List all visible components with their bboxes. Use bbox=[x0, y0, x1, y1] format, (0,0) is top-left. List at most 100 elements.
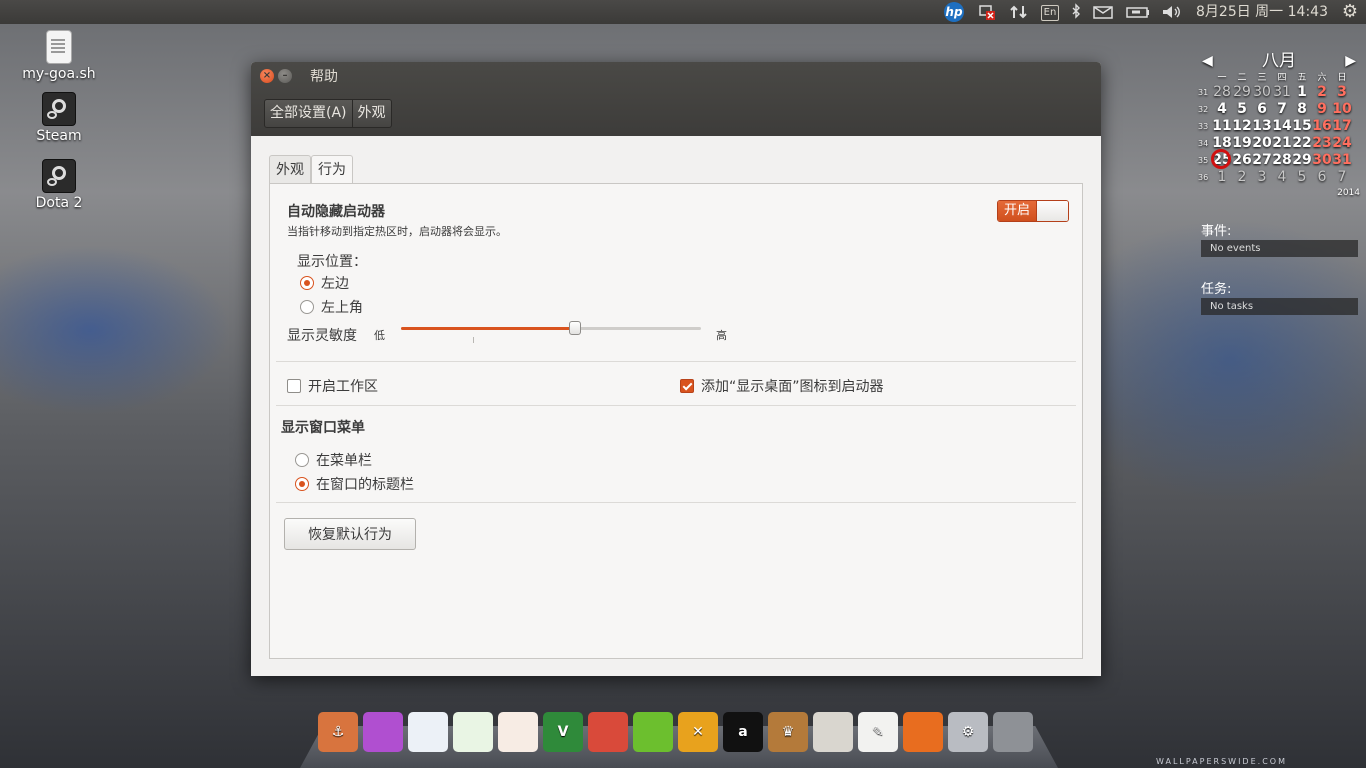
workspaces-checkbox[interactable] bbox=[287, 379, 301, 393]
transfer-arrows-icon[interactable] bbox=[1008, 0, 1030, 24]
calendar-day[interactable]: 31 bbox=[1332, 152, 1352, 169]
calendar-today[interactable]: 25 bbox=[1211, 149, 1232, 169]
close-window-button[interactable]: × bbox=[260, 69, 274, 83]
sensitivity-slider[interactable] bbox=[401, 321, 701, 335]
battery-icon[interactable] bbox=[1124, 0, 1152, 24]
previous-month-arrow-icon[interactable]: ◀ bbox=[1202, 50, 1213, 72]
calendar-day[interactable]: 28 bbox=[1272, 152, 1292, 169]
calendar-day[interactable]: 29 bbox=[1292, 152, 1312, 169]
menu-titlebar-radio[interactable] bbox=[295, 477, 309, 491]
network-disconnected-icon[interactable] bbox=[978, 0, 996, 24]
position-option-top-left[interactable]: 左上角 bbox=[300, 297, 363, 317]
calendar-day[interactable]: 13 bbox=[1252, 118, 1272, 135]
tab-bar: 外观 行为 bbox=[269, 155, 353, 184]
chess-icon[interactable]: ♛ bbox=[768, 712, 808, 752]
calendar-day[interactable]: 23 bbox=[1312, 135, 1332, 152]
system-settings-icon[interactable]: ⚙ bbox=[948, 712, 988, 752]
calendar-day[interactable]: 6 bbox=[1312, 169, 1332, 186]
leaf-app-icon[interactable] bbox=[633, 712, 673, 752]
calendar-day[interactable]: 4 bbox=[1212, 101, 1232, 118]
calendar-day[interactable]: 11 bbox=[1212, 118, 1232, 135]
calendar-day[interactable]: 7 bbox=[1332, 169, 1352, 186]
file-cabinet-icon[interactable] bbox=[813, 712, 853, 752]
workspaces-option[interactable]: 开启工作区 bbox=[287, 376, 378, 396]
hp-indicator-icon[interactable]: hp bbox=[944, 2, 964, 22]
system-gear-icon[interactable]: ⚙ bbox=[1340, 0, 1360, 24]
calendar-day[interactable]: 5 bbox=[1232, 101, 1252, 118]
calendar-day[interactable]: 28 bbox=[1212, 84, 1232, 101]
calendar-day[interactable]: 14 bbox=[1272, 118, 1292, 135]
breadcrumb-all-settings[interactable]: 全部设置(A) bbox=[265, 100, 353, 127]
calendar-day[interactable]: 21 bbox=[1272, 135, 1292, 152]
firefox-icon[interactable] bbox=[903, 712, 943, 752]
vim-icon[interactable]: V bbox=[543, 712, 583, 752]
tab-appearance[interactable]: 外观 bbox=[269, 155, 311, 184]
menu-option-menubar[interactable]: 在菜单栏 bbox=[295, 450, 372, 470]
position-option-left[interactable]: 左边 bbox=[300, 273, 349, 293]
position-left-radio[interactable] bbox=[300, 276, 314, 290]
menu-menubar-radio[interactable] bbox=[295, 453, 309, 467]
video-player-icon[interactable] bbox=[363, 712, 403, 752]
calendar-day[interactable]: 12 bbox=[1232, 118, 1252, 135]
calendar-day[interactable]: 3 bbox=[1252, 169, 1272, 186]
bluetooth-icon[interactable] bbox=[1068, 0, 1084, 24]
calendar-day[interactable]: 27 bbox=[1252, 152, 1272, 169]
calendar-day[interactable]: 30 bbox=[1312, 152, 1332, 169]
calendar-day[interactable]: 10 bbox=[1332, 101, 1352, 118]
keyboard-layout-label: En bbox=[1040, 5, 1060, 21]
libreoffice-calc-icon[interactable] bbox=[453, 712, 493, 752]
calendar-day[interactable]: 4 bbox=[1272, 169, 1292, 186]
settings-window: × – 帮助 全部设置(A) 外观 外观 行为 自动隐藏启动器 当指针移动到指定… bbox=[251, 62, 1101, 676]
next-month-arrow-icon[interactable]: ▶ bbox=[1345, 50, 1356, 72]
calendar-day[interactable]: 1 bbox=[1292, 84, 1312, 101]
calendar-day[interactable]: 5 bbox=[1292, 169, 1312, 186]
text-editor-icon[interactable]: ✎ bbox=[858, 712, 898, 752]
calendar-day[interactable]: 26 bbox=[1232, 152, 1252, 169]
mail-icon[interactable] bbox=[1092, 0, 1114, 24]
calendar-day[interactable]: 22 bbox=[1292, 135, 1312, 152]
volume-icon[interactable] bbox=[1160, 0, 1184, 24]
libreoffice-writer-icon[interactable] bbox=[408, 712, 448, 752]
keyboard-layout-indicator[interactable]: En bbox=[1040, 0, 1060, 24]
calendar-day[interactable]: 17 bbox=[1332, 118, 1352, 135]
trash-icon[interactable] bbox=[993, 712, 1033, 752]
calendar-day[interactable]: 19 bbox=[1232, 135, 1252, 152]
autohide-description: 当指针移动到指定热区时，启动器将会显示。 bbox=[287, 225, 507, 238]
libreoffice-impress-icon[interactable] bbox=[498, 712, 538, 752]
desktop-icon-dota2[interactable]: Dota 2 bbox=[21, 159, 97, 211]
amarok-icon[interactable]: a bbox=[723, 712, 763, 752]
autohide-switch[interactable]: 开启 bbox=[997, 200, 1069, 222]
position-top-left-radio[interactable] bbox=[300, 300, 314, 314]
window-titlebar[interactable]: × – 帮助 全部设置(A) 外观 bbox=[251, 62, 1101, 136]
calendar-day[interactable]: 24 bbox=[1332, 135, 1352, 152]
tab-behavior[interactable]: 行为 bbox=[311, 155, 353, 184]
calendar-day[interactable]: 20 bbox=[1252, 135, 1272, 152]
anchor-app-icon[interactable]: ⚓ bbox=[318, 712, 358, 752]
datetime-indicator[interactable]: 8月25日 周一 14:43 bbox=[1193, 0, 1331, 24]
calendar-day[interactable]: 1 bbox=[1212, 169, 1232, 186]
calendar-day[interactable]: 31 bbox=[1272, 84, 1292, 101]
calendar-day[interactable]: 30 bbox=[1252, 84, 1272, 101]
calendar-day[interactable]: 29 bbox=[1232, 84, 1252, 101]
sensitivity-slider-knob[interactable] bbox=[569, 321, 581, 335]
restore-defaults-button[interactable]: 恢复默认行为 bbox=[284, 518, 416, 550]
minimize-window-button[interactable]: – bbox=[278, 69, 292, 83]
calendar-day[interactable]: 7 bbox=[1272, 101, 1292, 118]
calendar-day[interactable]: 8 bbox=[1292, 101, 1312, 118]
calendar-day[interactable]: 16 bbox=[1312, 118, 1332, 135]
chrome-icon[interactable] bbox=[588, 712, 628, 752]
switch-on-label: 开启 bbox=[998, 201, 1036, 221]
calendar-day[interactable]: 15 bbox=[1292, 118, 1312, 135]
menu-option-titlebar[interactable]: 在窗口的标题栏 bbox=[295, 474, 414, 494]
calendar-day[interactable]: 6 bbox=[1252, 101, 1272, 118]
breadcrumb-appearance[interactable]: 外观 bbox=[353, 100, 391, 127]
calendar-day[interactable]: 9 bbox=[1312, 101, 1332, 118]
desktop-icon-my-goa[interactable]: my-goa.sh bbox=[21, 30, 97, 82]
xchat-icon[interactable]: ✕ bbox=[678, 712, 718, 752]
show-desktop-checkbox[interactable] bbox=[680, 379, 694, 393]
show-desktop-option[interactable]: 添加“显示桌面”图标到启动器 bbox=[680, 376, 884, 396]
desktop-icon-steam[interactable]: Steam bbox=[21, 92, 97, 144]
calendar-day[interactable]: 3 bbox=[1332, 84, 1352, 101]
calendar-day[interactable]: 2 bbox=[1312, 84, 1332, 101]
calendar-day[interactable]: 2 bbox=[1232, 169, 1252, 186]
